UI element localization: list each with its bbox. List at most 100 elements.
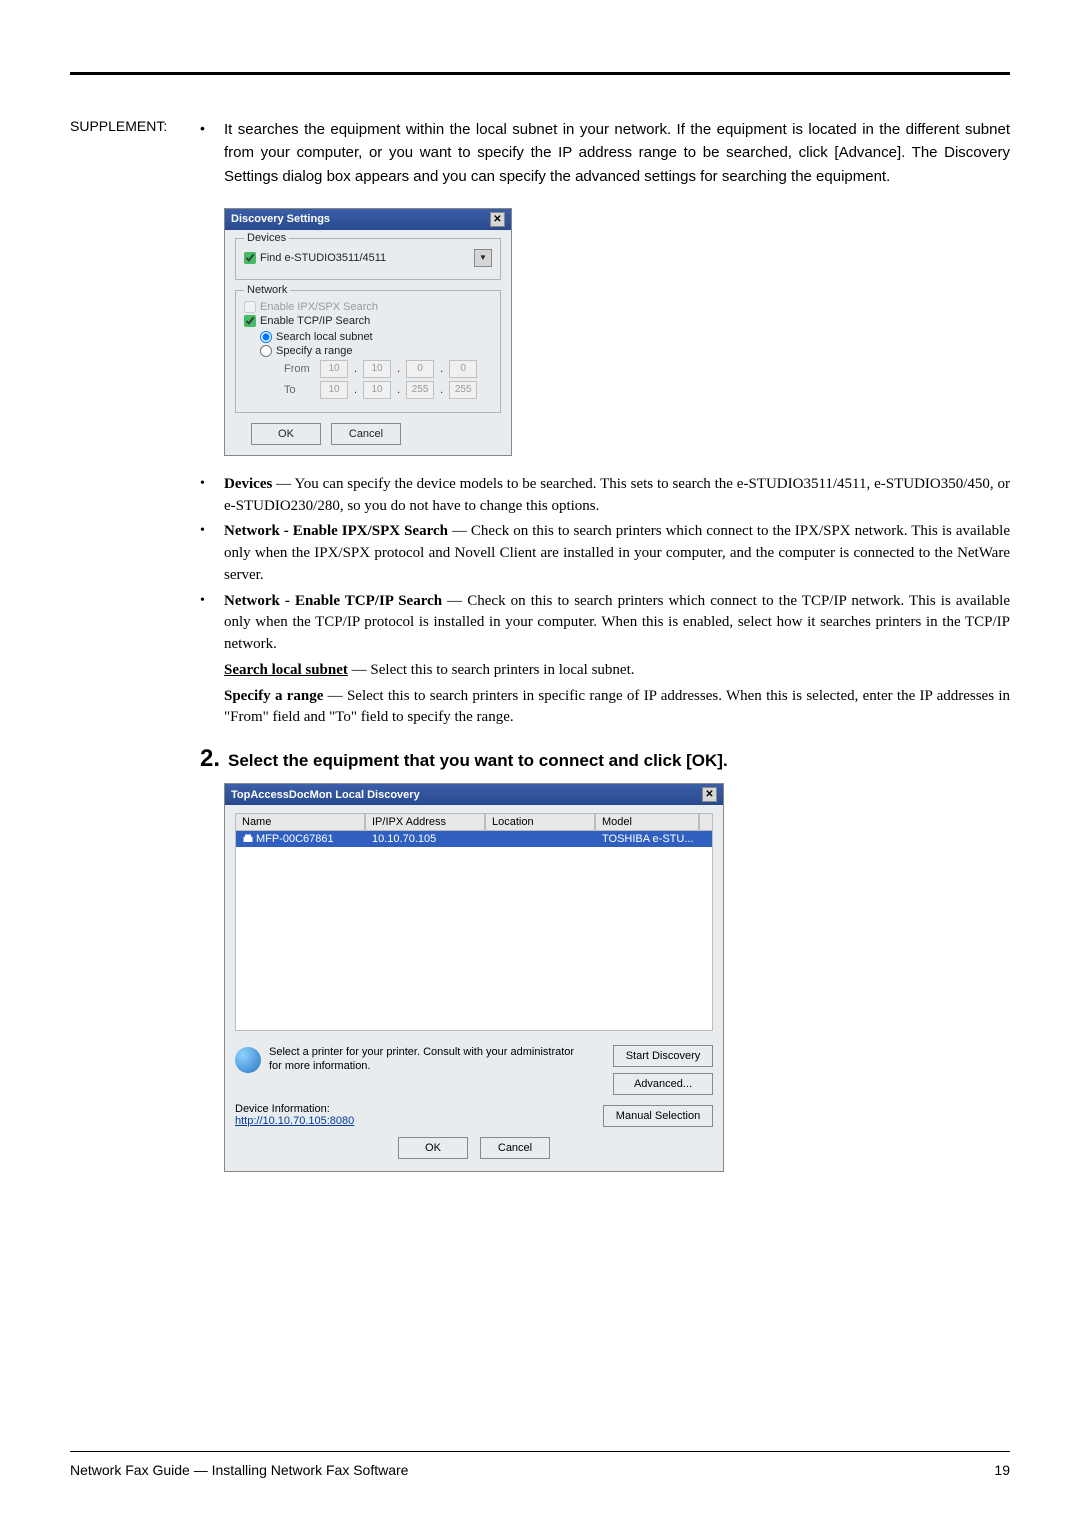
supplement-row: • It searches the equipment within the l… [200, 118, 1010, 188]
cell-loc [486, 831, 596, 847]
cell-name: MFP-00C67861 [236, 831, 366, 847]
dialog1-body: Devices Find e-STUDIO3511/4511 ▼ Network… [225, 230, 511, 455]
sub1-underline: Search local subnet [224, 662, 348, 678]
bullet-icon: • [200, 474, 224, 518]
sub1-rest: — Select this to search printers in loca… [348, 662, 635, 678]
radio-range-row: Specify a range [260, 345, 492, 357]
discovery-settings-dialog: Discovery Settings ✕ Devices Find e-STUD… [224, 208, 512, 456]
printer-icon [242, 833, 254, 845]
to-3: 255 [449, 381, 477, 399]
to-label: To [284, 384, 314, 396]
list-item: • Network - Enable IPX/SPX Search — Chec… [200, 521, 1010, 586]
dlg1-ok-button[interactable]: OK [251, 423, 321, 445]
dialog2-okcancel: OK Cancel [235, 1137, 713, 1159]
to-2: 255 [406, 381, 434, 399]
step-number: 2. [200, 745, 220, 773]
dialog2-title: TopAccessDocMon Local Discovery [231, 789, 420, 801]
rule-top [70, 72, 1010, 75]
ipx-row: Enable IPX/SPX Search [244, 301, 492, 313]
step-2-heading: 2. Select the equipment that you want to… [200, 745, 1010, 773]
close-icon[interactable]: ✕ [702, 787, 717, 802]
dlg1-cancel-button[interactable]: Cancel [331, 423, 401, 445]
li-rest: — You can specify the device models to b… [224, 476, 1010, 514]
li-text: Network - Enable IPX/SPX Search — Check … [224, 521, 1010, 586]
radio-range-label: Specify a range [276, 345, 352, 357]
sub2-bold: Specify a range [224, 688, 323, 704]
li-text: Devices — You can specify the device mod… [224, 474, 1010, 518]
dialog2-body: Name IP/IPX Address Location Model MFP-0… [225, 805, 723, 1171]
start-discovery-button[interactable]: Start Discovery [613, 1045, 713, 1067]
chevron-down-icon[interactable]: ▼ [474, 249, 492, 267]
devices-group: Devices Find e-STUDIO3511/4511 ▼ [235, 238, 501, 280]
device-info-label: Device Information: [235, 1103, 354, 1115]
dlg2-ok-button[interactable]: OK [398, 1137, 468, 1159]
dialog1-titlebar: Discovery Settings ✕ [225, 209, 511, 230]
find-device-checkbox[interactable] [244, 252, 256, 264]
li-bold: Devices [224, 476, 272, 492]
device-info-link[interactable]: http://10.10.70.105:8080 [235, 1115, 354, 1127]
from-1: 10 [363, 360, 391, 378]
bullet-icon: • [200, 521, 224, 586]
sub-2: Specify a range — Select this to search … [224, 686, 1010, 730]
supplement-label: SUPPLEMENT: [70, 118, 200, 1172]
page-footer: Network Fax Guide — Installing Network F… [70, 1451, 1010, 1478]
network-group: Network Enable IPX/SPX Search Enable TCP… [235, 290, 501, 413]
cell-ip: 10.10.70.105 [366, 831, 486, 847]
devices-legend: Devices [244, 232, 289, 244]
col-location[interactable]: Location [485, 813, 595, 831]
from-label: From [284, 363, 314, 375]
device-list[interactable]: MFP-00C67861 10.10.70.105 TOSHIBA e-STU.… [235, 831, 713, 1031]
content-area: SUPPLEMENT: • It searches the equipment … [70, 118, 1010, 1172]
find-device-row: Find e-STUDIO3511/4511 ▼ [244, 249, 492, 267]
close-icon[interactable]: ✕ [490, 212, 505, 227]
radio-local[interactable] [260, 331, 272, 343]
advanced-button[interactable]: Advanced... [613, 1073, 713, 1095]
tcpip-options: Search local subnet Specify a range From… [260, 331, 492, 399]
dialog1-title: Discovery Settings [231, 213, 330, 225]
hint-text: Select a printer for your printer. Consu… [269, 1045, 585, 1095]
button-stack: Start Discovery Advanced... [593, 1045, 713, 1095]
footer-right: 19 [994, 1462, 1010, 1478]
col-name[interactable]: Name [235, 813, 365, 831]
bullet-icon: • [200, 591, 224, 730]
from-2: 0 [406, 360, 434, 378]
tcpip-checkbox[interactable] [244, 315, 256, 327]
list-header: Name IP/IPX Address Location Model [235, 813, 713, 831]
topaccess-discovery-dialog: TopAccessDocMon Local Discovery ✕ Name I… [224, 783, 724, 1172]
ipx-label: Enable IPX/SPX Search [260, 301, 378, 313]
col-ip[interactable]: IP/IPX Address [365, 813, 485, 831]
footer-left: Network Fax Guide — Installing Network F… [70, 1462, 408, 1478]
dialog2-bottom: Select a printer for your printer. Consu… [235, 1045, 713, 1095]
dialog1-buttons: OK Cancel [235, 423, 501, 445]
table-row[interactable]: MFP-00C67861 10.10.70.105 TOSHIBA e-STU.… [236, 831, 712, 847]
tcpip-label: Enable TCP/IP Search [260, 315, 370, 327]
radio-range[interactable] [260, 345, 272, 357]
supplement-text: It searches the equipment within the loc… [224, 118, 1010, 188]
li-bold: Network - Enable IPX/SPX Search [224, 523, 448, 539]
manual-selection-button[interactable]: Manual Selection [603, 1105, 713, 1127]
col-scroll [699, 813, 713, 831]
ip-to-row: To 10. 10. 255. 255 [284, 381, 492, 399]
cell-name-text: MFP-00C67861 [256, 833, 334, 845]
globe-icon [235, 1047, 261, 1073]
cell-model: TOSHIBA e-STU... [596, 831, 712, 847]
to-0: 10 [320, 381, 348, 399]
from-3: 0 [449, 360, 477, 378]
tcpip-row: Enable TCP/IP Search [244, 315, 492, 327]
to-1: 10 [363, 381, 391, 399]
dialog2-titlebar: TopAccessDocMon Local Discovery ✕ [225, 784, 723, 805]
explanation-list: • Devices — You can specify the device m… [200, 474, 1010, 729]
step-text: Select the equipment that you want to co… [228, 751, 728, 771]
col-model[interactable]: Model [595, 813, 699, 831]
list-item: • Devices — You can specify the device m… [200, 474, 1010, 518]
device-info: Device Information: http://10.10.70.105:… [235, 1103, 354, 1127]
bullet-icon: • [200, 118, 224, 140]
device-info-row: Device Information: http://10.10.70.105:… [235, 1103, 713, 1127]
ipx-checkbox [244, 301, 256, 313]
ip-from-row: From 10. 10. 0. 0 [284, 360, 492, 378]
main-column: • It searches the equipment within the l… [200, 118, 1010, 1172]
radio-local-row: Search local subnet [260, 331, 492, 343]
sub-1: Search local subnet — Select this to sea… [224, 660, 1010, 682]
dlg2-cancel-button[interactable]: Cancel [480, 1137, 550, 1159]
network-legend: Network [244, 284, 290, 296]
